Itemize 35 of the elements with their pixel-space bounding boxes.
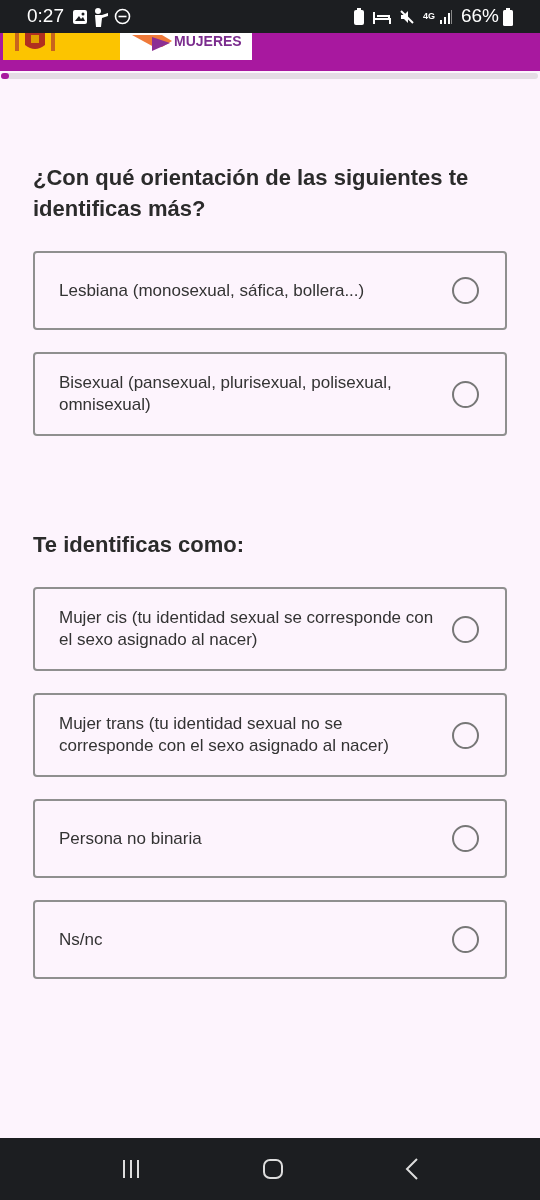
logo-text: MUJERES bbox=[174, 34, 242, 48]
option-card[interactable]: Mujer trans (tu identidad sexual no se corresponde con el sexo asignado al nacer) bbox=[33, 693, 507, 777]
option-card[interactable]: Mujer cis (tu identidad sexual se corresponde con el sexo asignado al nacer) bbox=[33, 587, 507, 671]
option-card[interactable]: Persona no binaria bbox=[33, 799, 507, 878]
question-title: ¿Con qué orientación de las siguientes te identificas más? bbox=[33, 164, 470, 223]
signal-icon bbox=[438, 9, 453, 24]
option-label: Ns/nc bbox=[59, 928, 104, 951]
network-label: 4G bbox=[422, 12, 435, 21]
radio-button[interactable] bbox=[452, 926, 479, 953]
battery-saver-icon bbox=[352, 7, 365, 26]
coat-of-arms-icon bbox=[13, 33, 57, 53]
option-label: Mujer trans (tu identidad sexual no se corresponde con el sexo asignado al nacer) bbox=[59, 713, 390, 757]
radio-button[interactable] bbox=[452, 721, 479, 749]
do-not-disturb-icon bbox=[114, 8, 131, 25]
radio-button[interactable] bbox=[452, 380, 479, 408]
option-label: Mujer cis (tu identidad sexual se corresponde con el sexo asignado al nacer) bbox=[59, 607, 435, 651]
battery-icon bbox=[503, 7, 513, 26]
image-icon bbox=[72, 8, 88, 25]
radio-button[interactable] bbox=[452, 277, 479, 304]
recent-apps-icon[interactable] bbox=[120, 1159, 141, 1179]
mute-icon bbox=[398, 8, 415, 25]
option-label: Persona no binaria bbox=[59, 827, 203, 850]
option-card[interactable]: Ns/nc bbox=[33, 900, 507, 979]
figure-icon bbox=[92, 6, 110, 27]
clock: 0:27 bbox=[27, 4, 64, 29]
option-label: Bisexual (pansexual, plurisexual, polisexual, omnisexual) bbox=[59, 372, 393, 416]
radio-button[interactable] bbox=[452, 615, 479, 643]
home-icon[interactable] bbox=[262, 1158, 284, 1180]
back-icon[interactable] bbox=[405, 1158, 420, 1180]
radio-button[interactable] bbox=[452, 825, 479, 852]
option-card[interactable]: Lesbiana (monosexual, sáfica, bollera...) bbox=[33, 251, 507, 330]
option-card[interactable]: Bisexual (pansexual, plurisexual, polisexual, omnisexual) bbox=[33, 352, 507, 436]
battery-percent: 66% bbox=[460, 4, 499, 29]
option-label: Lesbiana (monosexual, sáfica, bollera...) bbox=[59, 279, 366, 302]
question-title: Te identificas como: bbox=[33, 531, 246, 559]
